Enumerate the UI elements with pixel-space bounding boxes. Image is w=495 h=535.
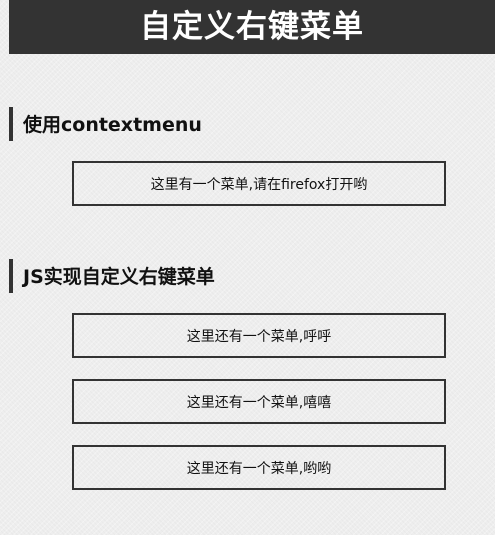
context-menu-area-xixi[interactable]: 这里还有一个菜单,嘻嘻 <box>72 379 446 424</box>
section-title-js-menu: JS实现自定义右键菜单 <box>9 258 215 293</box>
page-header: 自定义右键菜单 <box>9 0 495 54</box>
context-menu-area-firefox[interactable]: 这里有一个菜单,请在firefox打开哟 <box>72 161 446 206</box>
page-title: 自定义右键菜单 <box>140 8 364 45</box>
context-menu-area-yoyo[interactable]: 这里还有一个菜单,哟哟 <box>72 445 446 490</box>
context-menu-area-huhu[interactable]: 这里还有一个菜单,呼呼 <box>72 313 446 358</box>
section-title-contextmenu: 使用contextmenu <box>9 106 202 141</box>
